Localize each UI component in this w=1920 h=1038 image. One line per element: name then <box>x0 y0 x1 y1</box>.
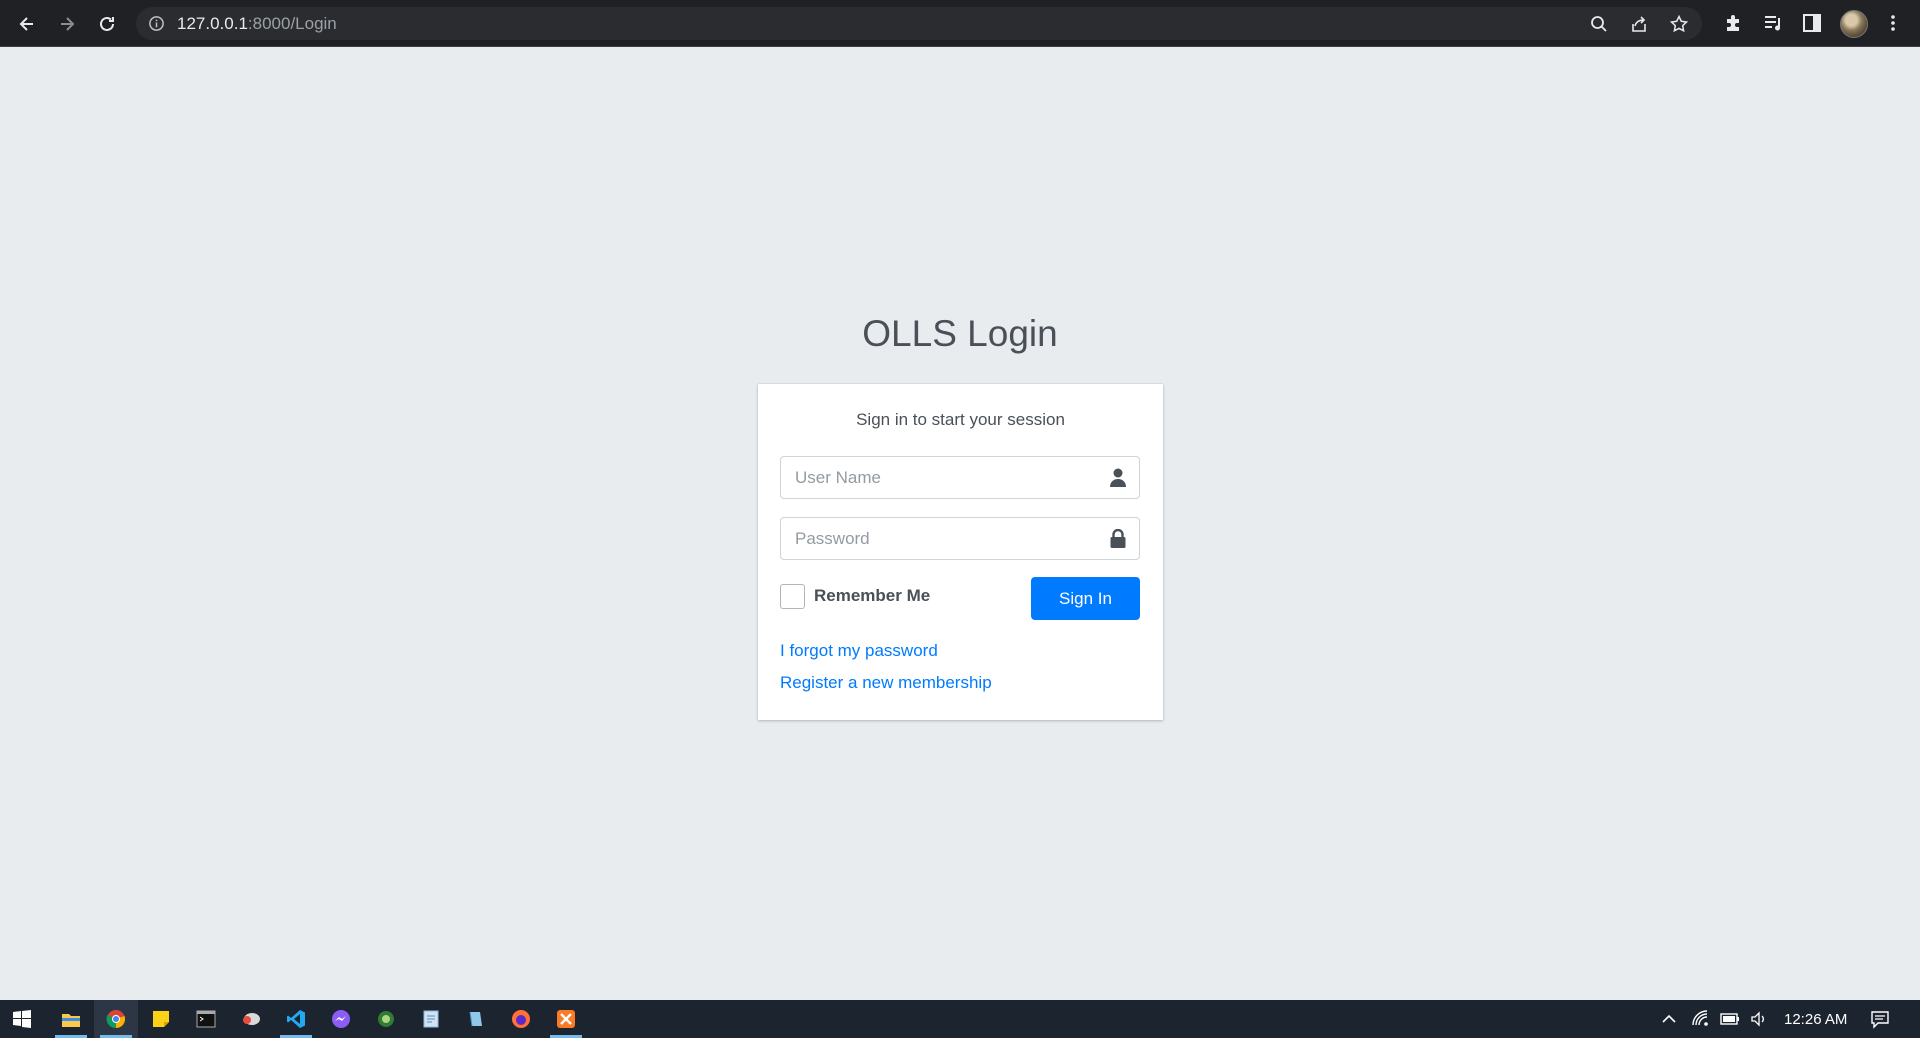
xampp-icon <box>557 1010 575 1028</box>
document-app-icon <box>423 1010 439 1028</box>
reload-icon <box>100 16 114 31</box>
username-input[interactable] <box>781 457 1096 498</box>
messenger-icon <box>332 1010 350 1028</box>
password-input[interactable] <box>781 518 1096 559</box>
blue-app-icon <box>469 1011 482 1027</box>
address-bar[interactable]: 127.0.0.1:8000/Login <box>136 7 1702 40</box>
wifi-icon[interactable] <box>1691 1009 1711 1029</box>
folder-icon <box>62 1014 80 1027</box>
password-field <box>780 517 1140 560</box>
firefox-icon <box>512 1010 530 1028</box>
register-link[interactable]: Register a new membership <box>780 673 992 693</box>
notifications-icon[interactable] <box>1870 1009 1890 1029</box>
url-text: 127.0.0.1:8000/Login <box>177 14 337 34</box>
taskbar-sticky-notes[interactable] <box>139 1000 183 1038</box>
bookmark-star-icon[interactable] <box>1670 15 1688 33</box>
taskbar: 12:26 AM <box>0 1000 1920 1038</box>
sticky-notes-icon <box>153 1011 169 1027</box>
username-field <box>780 456 1140 499</box>
browser-toolbar: 127.0.0.1:8000/Login <box>0 0 1920 47</box>
user-icon <box>1110 468 1126 487</box>
forgot-password-link[interactable]: I forgot my password <box>780 641 938 661</box>
taskbar-chrome[interactable] <box>94 1000 138 1038</box>
back-button[interactable] <box>13 10 41 38</box>
login-card: Sign in to start your session Remember M… <box>758 384 1163 720</box>
side-panel-icon[interactable] <box>1801 12 1823 34</box>
taskbar-clock[interactable]: 12:26 AM <box>1784 1011 1847 1028</box>
taskbar-xampp[interactable] <box>544 1000 588 1038</box>
taskbar-vscode[interactable] <box>274 1000 318 1038</box>
media-queue-icon[interactable] <box>1762 12 1784 34</box>
taskbar-app-notes[interactable] <box>409 1000 453 1038</box>
volume-icon[interactable] <box>1749 1009 1769 1029</box>
url-host: 127.0.0.1 <box>177 14 248 33</box>
zoom-icon[interactable] <box>1590 15 1608 33</box>
taskbar-app-green[interactable] <box>364 1000 408 1038</box>
battery-icon[interactable] <box>1720 1009 1740 1029</box>
remember-me: Remember Me <box>780 583 930 609</box>
taskbar-app-blue[interactable] <box>454 1000 498 1038</box>
windows-icon <box>13 1010 31 1028</box>
taskbar-terminal[interactable] <box>184 1000 228 1038</box>
url-path: :8000/Login <box>247 14 337 33</box>
login-message: Sign in to start your session <box>856 410 1065 429</box>
logo-brand: OLLS <box>862 313 957 354</box>
taskbar-messenger[interactable] <box>319 1000 363 1038</box>
login-logo[interactable]: OLLS Login <box>0 313 1920 355</box>
extensions-icon[interactable] <box>1722 12 1744 34</box>
terminal-icon <box>196 1010 216 1028</box>
share-icon[interactable] <box>1630 15 1648 33</box>
chevron-up-icon[interactable] <box>1659 1009 1679 1029</box>
taskbar-app-cloud[interactable] <box>229 1000 273 1038</box>
forward-button[interactable] <box>53 10 81 38</box>
lock-icon <box>1110 529 1126 548</box>
reload-button[interactable] <box>93 10 121 38</box>
taskbar-firefox[interactable] <box>499 1000 543 1038</box>
remember-label[interactable]: Remember Me <box>814 586 930 606</box>
info-icon[interactable] <box>148 15 165 32</box>
cloud-app-icon <box>243 1013 260 1025</box>
arrow-left-icon <box>19 17 33 31</box>
logo-suffix: Login <box>956 313 1058 354</box>
green-app-icon <box>378 1011 394 1027</box>
remember-checkbox[interactable] <box>780 583 805 609</box>
sign-in-button[interactable]: Sign In <box>1031 577 1140 620</box>
start-button[interactable] <box>0 1000 44 1038</box>
arrow-right-icon <box>61 17 75 31</box>
profile-avatar[interactable] <box>1840 10 1868 38</box>
menu-kebab-icon[interactable] <box>1882 12 1904 34</box>
taskbar-file-explorer[interactable] <box>49 1000 93 1038</box>
chrome-icon <box>106 1010 126 1029</box>
vscode-icon <box>287 1010 305 1028</box>
